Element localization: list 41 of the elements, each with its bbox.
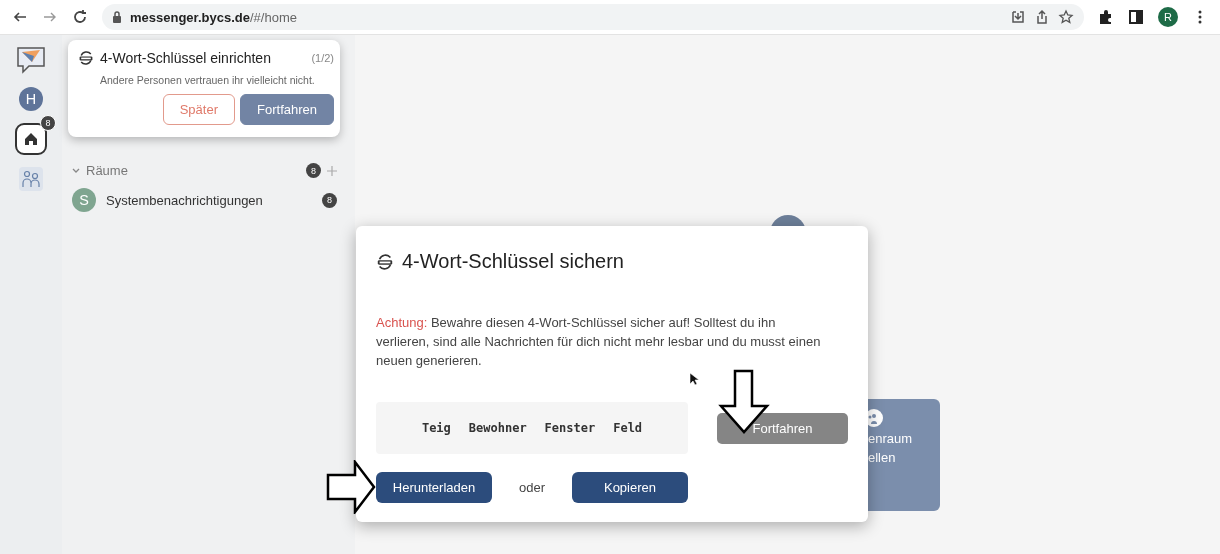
share-icon[interactable] xyxy=(1034,9,1050,25)
download-button[interactable]: Herunterladen xyxy=(376,472,492,503)
install-icon[interactable] xyxy=(1010,9,1026,25)
url-text: messenger.bycs.de/#/home xyxy=(130,9,297,25)
room-name[interactable]: Systembenachrichtigungen xyxy=(106,192,263,208)
section-title[interactable]: Räume xyxy=(86,163,128,178)
profile-avatar[interactable]: R xyxy=(1158,7,1178,27)
lock-icon xyxy=(112,11,122,23)
step-counter: (1/2) xyxy=(311,52,334,64)
warning-text: Achtung: Bewahre diesen 4-Wort-Schlüssel sicher auf! Solltest du ihn verlieren, sind alle Nachrichten für dich nicht mehr lesbar und du musst einen neuen generieren. xyxy=(376,314,821,370)
tile-label: ellen xyxy=(868,450,897,465)
popover-message: Andere Personen vertrauen ihr vielleicht nicht. xyxy=(99,74,316,86)
dialog-title: 4-Wort-Schlüssel sichern xyxy=(402,250,624,273)
unread-count: 8 xyxy=(322,192,337,208)
cursor-icon xyxy=(689,372,699,386)
key-sync-icon xyxy=(376,252,394,271)
chevron-icon[interactable] xyxy=(72,166,80,175)
later-button[interactable]: Später xyxy=(162,94,235,125)
key-word: Feld xyxy=(613,421,643,435)
tile-label: enraum xyxy=(868,431,914,446)
puzzle-icon[interactable] xyxy=(1098,9,1114,25)
key-word: Fenster xyxy=(544,421,596,435)
key-sync-icon xyxy=(78,50,94,66)
room-avatar: S xyxy=(72,188,96,212)
home-icon xyxy=(24,132,38,146)
address-bar[interactable]: messenger.bycs.de/#/home xyxy=(102,4,1084,30)
chat-logo-icon[interactable] xyxy=(15,45,47,75)
user-avatar[interactable]: H xyxy=(19,87,43,111)
sidebar-icon[interactable] xyxy=(1128,9,1144,25)
create-room-tile[interactable]: enraum ellen xyxy=(868,399,940,511)
reload-icon[interactable] xyxy=(72,9,88,25)
star-icon[interactable] xyxy=(1058,9,1074,25)
copy-button[interactable]: Kopieren xyxy=(572,472,688,503)
key-word: Teig xyxy=(421,421,451,435)
notification-badge: 8 xyxy=(40,115,56,131)
or-text: oder xyxy=(519,480,545,495)
home-button[interactable] xyxy=(15,123,47,155)
unread-count: 8 xyxy=(306,163,321,178)
popover-title: 4-Wort-Schlüssel einrichten xyxy=(100,50,272,66)
continue-button[interactable]: Fortfahren xyxy=(240,94,334,125)
key-word: Bewohner xyxy=(468,421,527,435)
